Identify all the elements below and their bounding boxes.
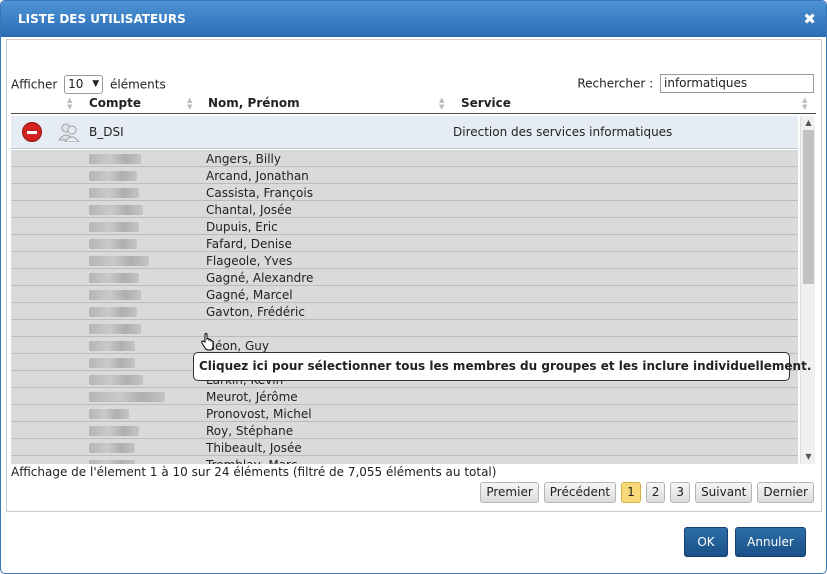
chevron-down-icon: ▼ bbox=[92, 79, 100, 89]
account-blurred bbox=[89, 239, 137, 249]
length-label-before: Afficher bbox=[11, 77, 58, 92]
column-header-compte[interactable]: Compte bbox=[89, 96, 141, 110]
member-name: Pronovost, Michel bbox=[206, 407, 312, 421]
sort-icon[interactable]: ▲ ▼ bbox=[802, 97, 807, 111]
table-info: Affichage de l'élement 1 à 10 sur 24 élé… bbox=[11, 465, 497, 479]
search-control: Rechercher : informatiques bbox=[577, 74, 814, 93]
scroll-down-icon[interactable]: ▼ bbox=[801, 450, 815, 464]
page-button-3[interactable]: 3 bbox=[670, 482, 691, 503]
sort-icon[interactable]: ▲ ▼ bbox=[187, 97, 192, 111]
group-row[interactable]: B_DSI Direction des services informatiqu… bbox=[11, 116, 798, 149]
member-name: Meurot, Jérôme bbox=[206, 390, 298, 404]
member-name: Gavton, Frédéric bbox=[206, 305, 305, 319]
vertical-scrollbar[interactable]: ▲ ▼ bbox=[800, 116, 815, 464]
group-service: Direction des services informatiques bbox=[453, 125, 673, 139]
table-row[interactable]: Chantal, Josée bbox=[11, 201, 798, 218]
scrollbar-thumb[interactable] bbox=[803, 130, 814, 284]
table-body: B_DSI Direction des services informatiqu… bbox=[11, 116, 815, 464]
account-blurred bbox=[89, 324, 141, 334]
account-blurred bbox=[89, 341, 135, 351]
dialog-titlebar[interactable]: LISTE DES UTILISATEURS ✖ bbox=[1, 1, 826, 37]
page-length-control: Afficher 10 ▼ éléments bbox=[11, 75, 166, 94]
account-blurred bbox=[89, 205, 143, 215]
account-blurred bbox=[89, 154, 141, 164]
member-name: Angers, Billy bbox=[206, 152, 281, 166]
member-name: Flageole, Yves bbox=[206, 254, 293, 268]
length-label-after: éléments bbox=[110, 77, 166, 92]
member-name: Gagné, Alexandre bbox=[206, 271, 314, 285]
table-header: ▲ ▼ Compte ▲ ▼ Nom, Prénom ▲ ▼ Service ▲ ▼ bbox=[11, 96, 816, 114]
account-blurred bbox=[89, 256, 149, 266]
page-button-2[interactable]: 2 bbox=[645, 482, 666, 503]
table-row[interactable]: Roy, Stéphane bbox=[11, 422, 798, 439]
user-table-panel: Afficher 10 ▼ éléments Rechercher : infor… bbox=[6, 39, 822, 512]
account-blurred bbox=[89, 375, 143, 385]
cancel-button[interactable]: Annuler bbox=[735, 527, 806, 557]
close-icon[interactable]: ✖ bbox=[803, 10, 816, 28]
hand-cursor-icon bbox=[201, 333, 214, 351]
table-row[interactable] bbox=[11, 320, 798, 337]
member-name: Cassista, François bbox=[206, 186, 313, 200]
search-label: Rechercher : bbox=[577, 76, 654, 91]
table-row[interactable]: Flageole, Yves bbox=[11, 252, 798, 269]
dialog-footer: OK Annuler bbox=[1, 516, 826, 573]
tooltip: Cliquez ici pour sélectionner tous les m… bbox=[193, 352, 811, 381]
dialog-title: LISTE DES UTILISATEURS bbox=[18, 12, 186, 26]
table-row[interactable]: Tremblay, Marc bbox=[11, 456, 798, 464]
member-name: Thibeault, Josée bbox=[206, 441, 302, 455]
table-row[interactable]: Meurot, Jérôme bbox=[11, 388, 798, 405]
table-row[interactable]: Thibeault, Josée bbox=[11, 439, 798, 456]
account-blurred bbox=[89, 460, 135, 464]
account-blurred bbox=[89, 426, 139, 436]
account-blurred bbox=[89, 358, 135, 368]
account-blurred bbox=[89, 290, 141, 300]
account-blurred bbox=[89, 171, 137, 181]
sort-icon[interactable]: ▲ ▼ bbox=[67, 97, 72, 111]
page-length-select[interactable]: 10 ▼ bbox=[64, 75, 104, 94]
last-page-button[interactable]: Dernier bbox=[757, 482, 814, 503]
table-row[interactable]: Gagné, Alexandre bbox=[11, 269, 798, 286]
table-row[interactable]: Angers, Billy bbox=[11, 150, 798, 167]
table-row[interactable]: Cassista, François bbox=[11, 184, 798, 201]
page-button-1[interactable]: 1 bbox=[621, 482, 641, 503]
account-blurred bbox=[89, 273, 139, 283]
next-page-button[interactable]: Suivant bbox=[695, 482, 753, 503]
table-row[interactable]: Dupuis, Eric bbox=[11, 218, 798, 235]
member-name: Roy, Stéphane bbox=[206, 424, 294, 438]
member-name: Arcand, Jonathan bbox=[206, 169, 309, 183]
column-header-service[interactable]: Service bbox=[461, 96, 511, 110]
member-name: Chantal, Josée bbox=[206, 203, 292, 217]
group-account: B_DSI bbox=[89, 125, 124, 139]
first-page-button[interactable]: Premier bbox=[480, 482, 539, 503]
remove-icon[interactable] bbox=[22, 122, 42, 142]
table-row[interactable]: Arcand, Jonathan bbox=[11, 167, 798, 184]
ok-button[interactable]: OK bbox=[684, 527, 728, 557]
page-length-value: 10 bbox=[68, 77, 84, 91]
table-row[interactable]: Gavton, Frédéric bbox=[11, 303, 798, 320]
account-blurred bbox=[89, 409, 129, 419]
member-list: Angers, Billy Arcand, Jonathan Cassista, F… bbox=[11, 150, 798, 464]
member-name: Héon, Guy bbox=[206, 339, 269, 353]
previous-page-button[interactable]: Précédent bbox=[543, 482, 617, 503]
account-blurred bbox=[89, 188, 139, 198]
user-list-dialog: LISTE DES UTILISATEURS ✖ Afficher 10 ▼ él… bbox=[0, 0, 827, 574]
search-input[interactable]: informatiques bbox=[660, 74, 814, 93]
account-blurred bbox=[89, 443, 135, 453]
account-blurred bbox=[89, 392, 165, 402]
table-row[interactable]: Fafard, Denise bbox=[11, 235, 798, 252]
member-name: Fafard, Denise bbox=[206, 237, 292, 251]
account-blurred bbox=[89, 222, 139, 232]
table-row[interactable]: Gagné, Marcel bbox=[11, 286, 798, 303]
member-name: Gagné, Marcel bbox=[206, 288, 293, 302]
table-row[interactable]: Pronovost, Michel bbox=[11, 405, 798, 422]
pagination: Premier Précédent 1 2 3 Suivant Dernier bbox=[475, 482, 814, 503]
scroll-up-icon[interactable]: ▲ bbox=[801, 116, 815, 130]
member-name: Tremblay, Marc bbox=[206, 458, 297, 464]
column-header-nom[interactable]: Nom, Prénom bbox=[208, 96, 300, 110]
member-name: Dupuis, Eric bbox=[206, 220, 278, 234]
account-blurred bbox=[89, 307, 137, 317]
group-members-icon[interactable] bbox=[58, 122, 80, 143]
sort-icon[interactable]: ▲ ▼ bbox=[439, 97, 444, 111]
